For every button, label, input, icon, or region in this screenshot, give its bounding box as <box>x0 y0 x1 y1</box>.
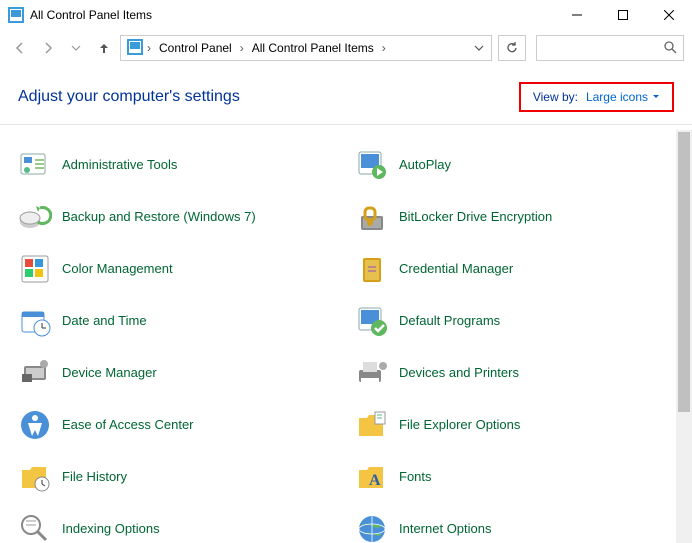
file-explorer-options-icon <box>355 408 389 442</box>
device-manager-icon <box>18 356 52 390</box>
refresh-button[interactable] <box>498 35 526 61</box>
item-file-history[interactable]: File History <box>18 460 335 494</box>
item-backup-restore[interactable]: Backup and Restore (Windows 7) <box>18 200 335 234</box>
item-label: Backup and Restore (Windows 7) <box>62 209 256 225</box>
item-label: AutoPlay <box>399 157 451 173</box>
view-by-label: View by: <box>533 90 578 104</box>
navigation-bar: › Control Panel › All Control Panel Item… <box>0 30 692 66</box>
control-panel-icon <box>8 7 24 23</box>
fonts-icon: A <box>355 460 389 494</box>
item-indexing-options[interactable]: Indexing Options <box>18 512 335 543</box>
chevron-down-icon <box>652 93 660 101</box>
item-autoplay[interactable]: AutoPlay <box>355 148 672 182</box>
credential-manager-icon <box>355 252 389 286</box>
item-label: Default Programs <box>399 313 500 329</box>
administrative-tools-icon <box>18 148 52 182</box>
item-label: File History <box>62 469 127 485</box>
item-credential-manager[interactable]: Credential Manager <box>355 252 672 286</box>
recent-dropdown[interactable] <box>64 36 88 60</box>
item-label: File Explorer Options <box>399 417 520 433</box>
item-date-time[interactable]: Date and Time <box>18 304 335 338</box>
titlebar: All Control Panel Items <box>0 0 692 30</box>
item-label: Internet Options <box>399 521 492 537</box>
control-panel-icon <box>127 39 143 58</box>
item-administrative-tools[interactable]: Administrative Tools <box>18 148 335 182</box>
item-label: Fonts <box>399 469 432 485</box>
header-row: Adjust your computer's settings View by:… <box>0 66 692 124</box>
scrollbar[interactable] <box>676 130 692 543</box>
item-color-management[interactable]: Color Management <box>18 252 335 286</box>
autoplay-icon <box>355 148 389 182</box>
divider <box>0 124 692 125</box>
item-device-manager[interactable]: Device Manager <box>18 356 335 390</box>
page-title: Adjust your computer's settings <box>18 88 519 106</box>
back-button[interactable] <box>8 36 32 60</box>
item-ease-of-access[interactable]: Ease of Access Center <box>18 408 335 442</box>
item-bitlocker[interactable]: BitLocker Drive Encryption <box>355 200 672 234</box>
breadcrumb-root[interactable]: Control Panel <box>155 41 236 55</box>
history-dropdown[interactable] <box>467 36 491 60</box>
item-label: Indexing Options <box>62 521 160 537</box>
chevron-right-icon[interactable]: › <box>147 41 151 55</box>
up-button[interactable] <box>92 36 116 60</box>
view-by-value[interactable]: Large icons <box>586 90 660 104</box>
item-label: Credential Manager <box>399 261 513 277</box>
item-devices-printers[interactable]: Devices and Printers <box>355 356 672 390</box>
item-label: Ease of Access Center <box>62 417 194 433</box>
item-label: Date and Time <box>62 313 147 329</box>
scrollbar-thumb[interactable] <box>678 132 690 412</box>
chevron-right-icon[interactable]: › <box>240 41 244 55</box>
item-label: BitLocker Drive Encryption <box>399 209 552 225</box>
ease-of-access-icon <box>18 408 52 442</box>
internet-options-icon <box>355 512 389 543</box>
default-programs-icon <box>355 304 389 338</box>
address-bar[interactable]: › Control Panel › All Control Panel Item… <box>120 35 492 61</box>
maximize-button[interactable] <box>600 0 646 30</box>
view-by-selector[interactable]: View by: Large icons <box>519 82 674 112</box>
breadcrumb-current[interactable]: All Control Panel Items <box>248 41 378 55</box>
devices-printers-icon <box>355 356 389 390</box>
item-default-programs[interactable]: Default Programs <box>355 304 672 338</box>
item-fonts[interactable]: A Fonts <box>355 460 672 494</box>
window-title: All Control Panel Items <box>30 8 554 22</box>
close-button[interactable] <box>646 0 692 30</box>
items-grid: Administrative Tools AutoPlay Backup and… <box>0 130 692 543</box>
item-file-explorer-options[interactable]: File Explorer Options <box>355 408 672 442</box>
color-management-icon <box>18 252 52 286</box>
backup-restore-icon <box>18 200 52 234</box>
date-time-icon <box>18 304 52 338</box>
file-history-icon <box>18 460 52 494</box>
indexing-options-icon <box>18 512 52 543</box>
item-internet-options[interactable]: Internet Options <box>355 512 672 543</box>
item-label: Color Management <box>62 261 173 277</box>
bitlocker-icon <box>355 200 389 234</box>
item-label: Device Manager <box>62 365 157 381</box>
svg-text:A: A <box>369 472 381 489</box>
content-area: Administrative Tools AutoPlay Backup and… <box>0 130 692 543</box>
forward-button[interactable] <box>36 36 60 60</box>
search-icon <box>663 40 677 57</box>
chevron-right-icon[interactable]: › <box>382 41 386 55</box>
minimize-button[interactable] <box>554 0 600 30</box>
item-label: Devices and Printers <box>399 365 519 381</box>
item-label: Administrative Tools <box>62 157 177 173</box>
search-input[interactable] <box>536 35 684 61</box>
